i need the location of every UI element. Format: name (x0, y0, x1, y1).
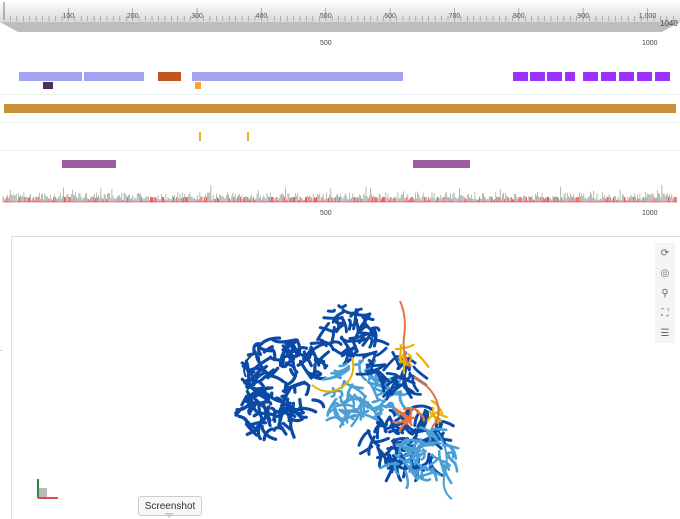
repeat-feature[interactable] (547, 72, 562, 81)
ruler-tick-label: 600 (384, 13, 396, 20)
protein-track-viewer: 100 200 300 400 500 600 700 800 900 1,000 1040 50… (0, 0, 680, 225)
track-sites (0, 123, 680, 151)
repeat-feature[interactable] (619, 72, 634, 81)
domain-feature[interactable] (19, 72, 82, 81)
ruler-end-label: 1040 (660, 19, 678, 28)
panel-edge-mark: · (0, 346, 3, 355)
ruler-tick-label: 800 (513, 13, 525, 20)
axis-label-1000-bottom: 1000 (642, 210, 658, 217)
site-marker[interactable] (199, 132, 201, 141)
repeat-feature[interactable] (655, 72, 670, 81)
domain-feature[interactable] (84, 72, 144, 81)
motif-feature[interactable] (43, 82, 53, 89)
axis-label-1000-top: 1000 (642, 40, 658, 47)
track-chain (0, 95, 680, 123)
structure-viewer[interactable]: ⟳ ◎ ⚲ ⛶ ☰ (11, 236, 680, 519)
site-feature[interactable] (195, 82, 201, 89)
region-bar[interactable] (413, 160, 470, 168)
region-feature[interactable] (158, 72, 181, 81)
sequence-ruler: 100 200 300 400 500 600 700 800 900 1,000 1040 (0, 0, 680, 34)
screenshot-tooltip-caret (164, 513, 174, 518)
axis-label-500-top: 500 (320, 40, 332, 47)
site-marker[interactable] (247, 132, 249, 141)
repeat-feature[interactable] (565, 72, 575, 81)
ruler-tick-label: 900 (577, 13, 589, 20)
repeat-feature[interactable] (601, 72, 616, 81)
ruler-tick-label: 1,000 (639, 13, 657, 20)
ruler-tick-label: 300 (191, 13, 203, 20)
domain-feature[interactable] (192, 72, 403, 81)
chain-feature[interactable] (4, 104, 676, 113)
region-bar[interactable] (62, 160, 116, 168)
track-domains (0, 66, 680, 95)
ruler-tick-label: 200 (127, 13, 139, 20)
ruler-tick-label: 700 (449, 13, 461, 20)
repeat-feature[interactable] (530, 72, 545, 81)
ruler-tick-label: 500 (320, 13, 332, 20)
ruler-svg: 100 200 300 400 500 600 700 800 900 1,000 (0, 0, 680, 32)
ruler-tick-label: 400 (256, 13, 268, 20)
track-regions (0, 151, 680, 176)
variants-track[interactable] (0, 176, 680, 206)
repeat-feature[interactable] (583, 72, 598, 81)
axis-label-500-bottom: 500 (320, 210, 332, 217)
protein-structure-canvas[interactable] (12, 237, 680, 519)
repeat-feature[interactable] (637, 72, 652, 81)
repeat-feature[interactable] (513, 72, 528, 81)
axes-gizmo (37, 479, 58, 499)
ruler-tick-label: 100 (63, 13, 75, 20)
